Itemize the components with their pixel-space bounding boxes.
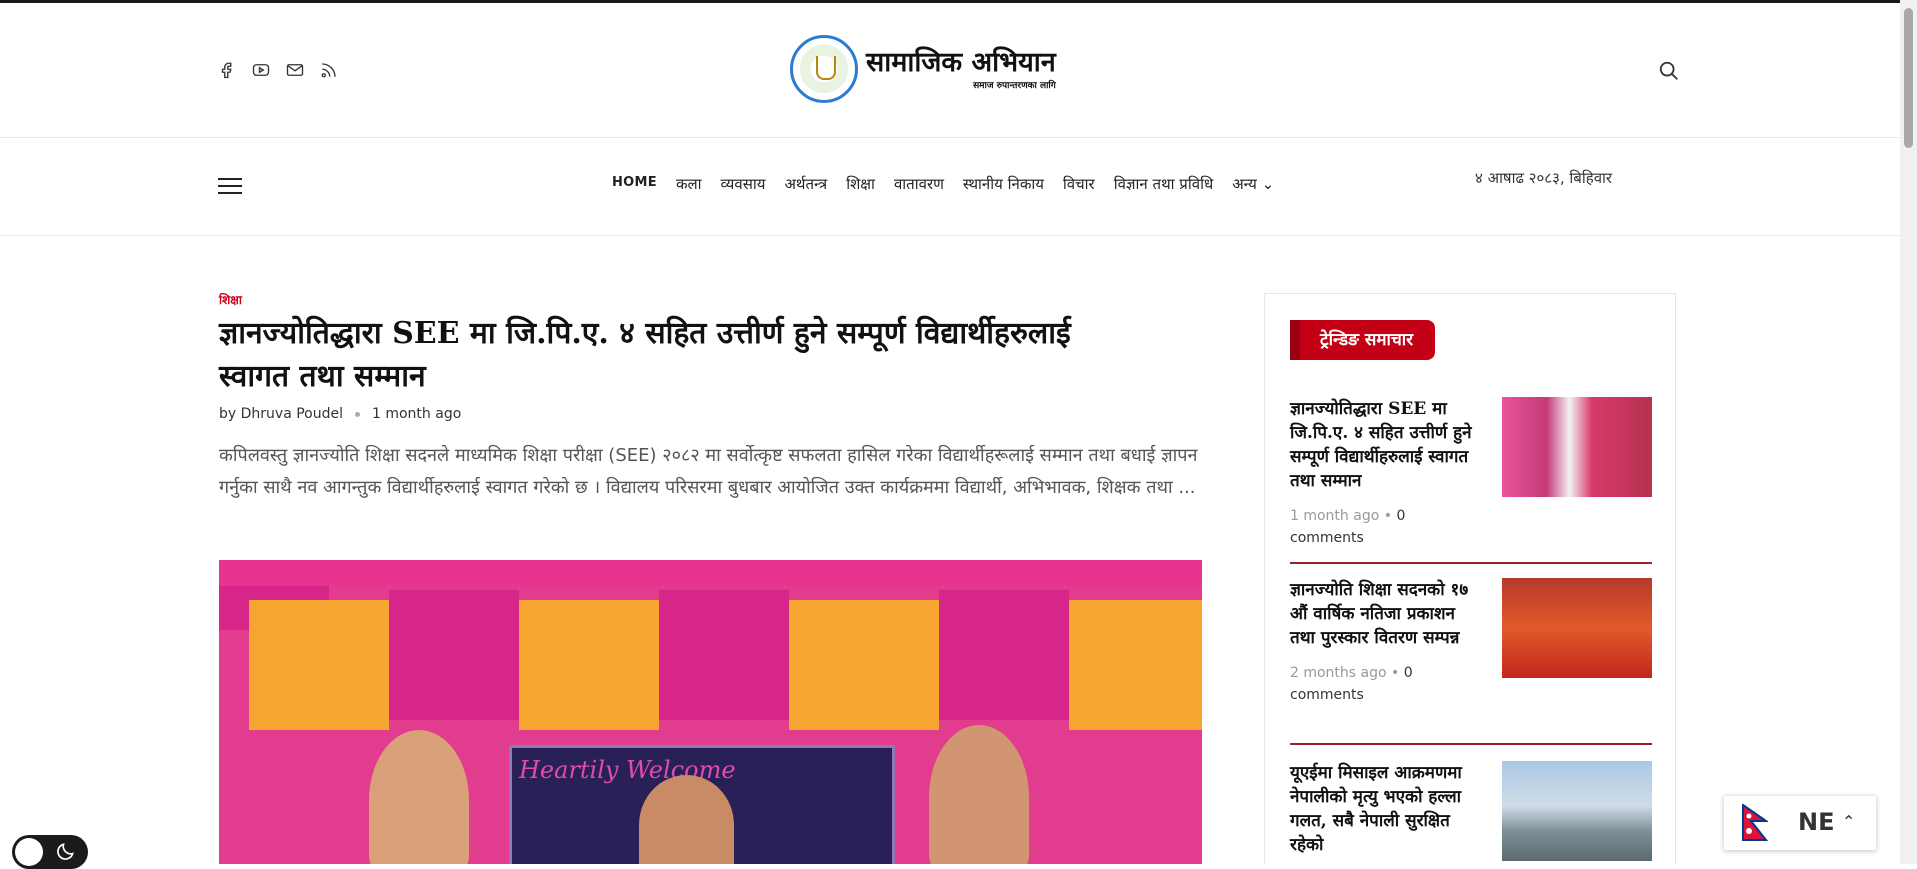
article-featured-image[interactable]: Heartily Welcome [219, 560, 1202, 864]
hamburger-menu-icon[interactable] [218, 178, 242, 196]
rss-icon[interactable] [320, 61, 338, 79]
moon-icon [57, 843, 74, 860]
trending-item[interactable]: ज्ञानज्योतिद्धारा SEE मा जि.पि.ए. ४ सहित… [1290, 397, 1652, 564]
nav-item-education[interactable]: शिक्षा [846, 174, 875, 194]
facebook-icon[interactable] [218, 61, 236, 79]
current-date: ४ आषाढ २०८३, बिहिवार [1475, 169, 1613, 187]
language-switcher[interactable]: NE ⌃ [1724, 796, 1876, 850]
social-links [218, 61, 338, 79]
site-logo[interactable]: सामाजिक अभियान समाज रुपान्तरणका लागि [790, 35, 1056, 103]
ceiling-decoration [219, 560, 1202, 586]
nav-item-science-tech[interactable]: विज्ञान तथा प्रविधि [1114, 174, 1213, 194]
article-meta: by Dhruva Poudel 1 month ago [219, 406, 461, 422]
curtain-decoration [939, 590, 1069, 720]
search-icon[interactable] [1658, 60, 1680, 82]
article-title[interactable]: ज्ञानज्योतिद्धारा SEE मा जि.पि.ए. ४ सहित… [219, 312, 1139, 398]
youtube-icon[interactable] [252, 61, 270, 79]
site-tagline: समाज रुपान्तरणका लागि [973, 80, 1056, 91]
trending-item-thumbnail[interactable] [1502, 761, 1652, 861]
article-time: 1 month ago [372, 406, 462, 422]
student-figure [639, 775, 734, 864]
main-nav: HOME कला व्यवसाय अर्थतन्त्र शिक्षा वाताव… [0, 138, 1900, 236]
trending-divider [1290, 743, 1652, 745]
article-author[interactable]: by Dhruva Poudel [219, 406, 343, 422]
nav-item-more[interactable]: अन्य ⌄ [1232, 174, 1274, 194]
chevron-down-icon: ⌄ [1261, 175, 1275, 193]
curtain-decoration [789, 600, 939, 730]
trending-item-meta: 1 month ago • 0 comments [1290, 508, 1406, 546]
language-code: NE [1798, 808, 1835, 836]
curtain-decoration [519, 600, 659, 730]
meta-separator [355, 411, 360, 417]
chevron-up-icon: ⌃ [1842, 812, 1856, 831]
site-header: सामाजिक अभियान समाज रुपान्तरणका लागि [0, 3, 1900, 138]
nav-item-environment[interactable]: वातावरण [894, 174, 944, 194]
site-title: सामाजिक अभियान [866, 46, 1056, 78]
scrollbar-thumb[interactable] [1904, 8, 1913, 148]
nav-item-art[interactable]: कला [676, 174, 702, 194]
curtain-decoration [249, 600, 389, 730]
nav-menu: HOME कला व्यवसाय अर्थतन्त्र शिक्षा वाताव… [612, 174, 1274, 194]
article-category[interactable]: शिक्षा [219, 291, 242, 308]
nav-item-more-label: अन्य [1232, 175, 1257, 193]
student-figure [929, 725, 1029, 864]
trending-item-thumbnail[interactable] [1502, 578, 1652, 678]
toggle-knob [15, 838, 43, 866]
nav-item-local-bodies[interactable]: स्थानीय निकाय [963, 174, 1044, 194]
trending-heading: ट्रेन्डिङ समाचार [1290, 320, 1436, 360]
nav-item-business[interactable]: व्यवसाय [721, 174, 766, 194]
nepal-flag-icon [1742, 804, 1768, 841]
trending-item-title[interactable]: ज्ञानज्योतिद्धारा SEE मा जि.पि.ए. ४ सहित… [1290, 397, 1478, 493]
page-scrollbar[interactable] [1900, 0, 1917, 864]
trending-item[interactable]: यूएईमा मिसाइल आक्रमणमा नेपालीको मृत्यु भ… [1290, 761, 1652, 861]
nav-item-home[interactable]: HOME [612, 174, 657, 194]
curtain-decoration [389, 590, 519, 720]
trending-item-meta: 2 months ago • 0 comments [1290, 665, 1413, 703]
logo-emblem [790, 35, 858, 103]
trending-item[interactable]: ज्ञानज्योति शिक्षा सदनको १७ औं वार्षिक न… [1290, 578, 1652, 745]
trending-sidebar: ट्रेन्डिङ समाचार ज्ञानज्योतिद्धारा SEE म… [1264, 293, 1676, 864]
trending-divider [1290, 562, 1652, 564]
trending-item-thumbnail[interactable] [1502, 397, 1652, 497]
mail-icon[interactable] [286, 61, 304, 79]
article-excerpt: कपिलवस्तु ज्ञानज्योति शिक्षा सदनले माध्य… [219, 445, 1198, 498]
nav-item-opinion[interactable]: विचार [1063, 174, 1095, 194]
curtain-decoration [659, 590, 789, 720]
nav-item-economy[interactable]: अर्थतन्त्र [784, 174, 827, 194]
curtain-decoration [1069, 600, 1202, 730]
trending-item-time: 2 months ago [1290, 665, 1387, 681]
trending-item-time: 1 month ago [1290, 508, 1380, 524]
trending-item-title[interactable]: यूएईमा मिसाइल आक्रमणमा नेपालीको मृत्यु भ… [1290, 761, 1478, 857]
student-figure [369, 730, 469, 864]
trending-item-title[interactable]: ज्ञानज्योति शिक्षा सदनको १७ औं वार्षिक न… [1290, 578, 1478, 650]
